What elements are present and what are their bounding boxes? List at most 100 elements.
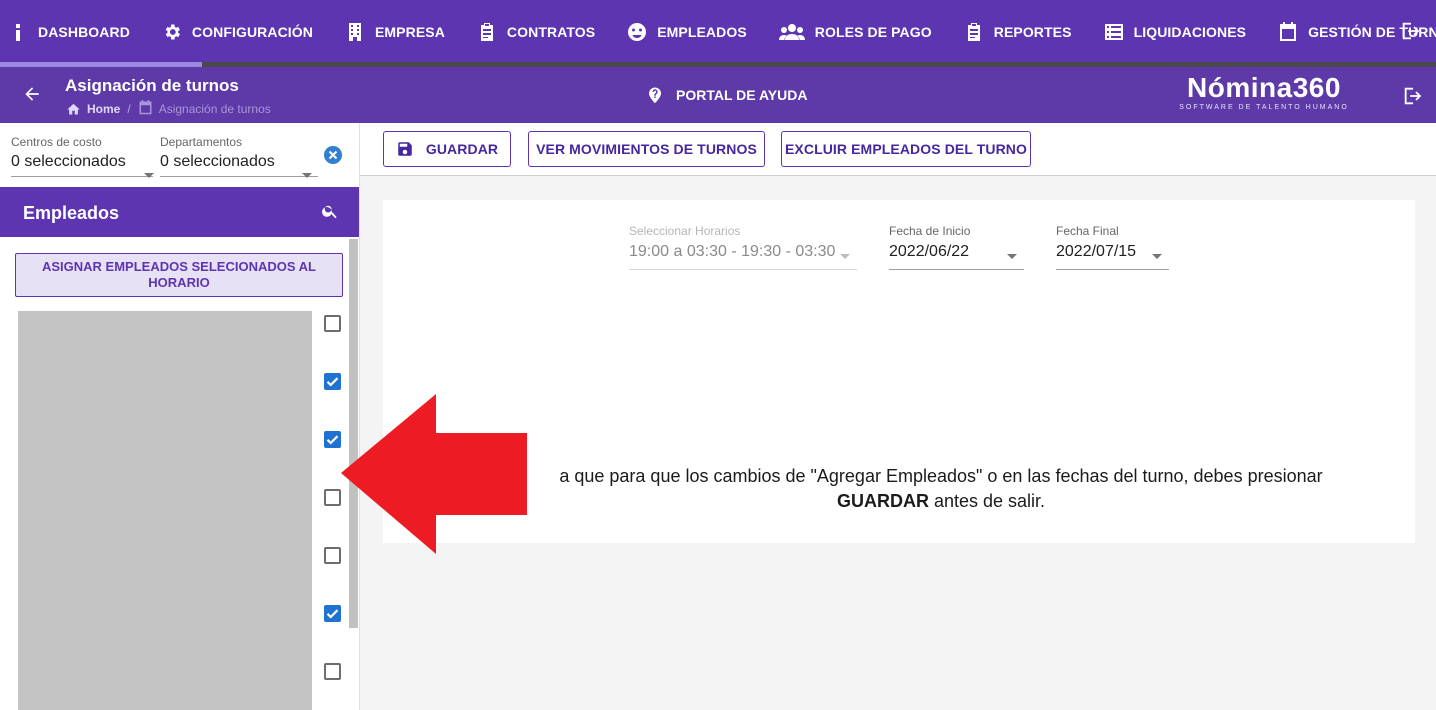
smile-icon [628, 23, 647, 41]
breadcrumb-current: Asignación de turnos [158, 102, 271, 116]
assign-selected-employees-button[interactable]: ASIGNAR EMPLEADOS SELECIONADOS AL HORARI… [15, 253, 343, 297]
employees-title: Empleados [23, 203, 120, 223]
nav-label: CONFIGURACIÓN [191, 24, 313, 40]
start-date-value: 2022/06/22 [889, 243, 970, 260]
nav-empleados[interactable]: EMPLEADOS [611, 0, 763, 64]
start-date-label: Fecha de Inicio [889, 224, 971, 238]
home-icon [67, 103, 80, 114]
chevron-down-icon [840, 254, 850, 259]
search-icon [322, 205, 337, 219]
breadcrumb-separator: / [127, 102, 131, 116]
breadcrumb-calendar [138, 100, 159, 118]
department-label: Departamentos [160, 135, 243, 149]
building-icon [348, 23, 361, 41]
red-arrow-annotation [341, 394, 527, 554]
employee-checkbox[interactable] [324, 489, 341, 506]
employee-checkbox[interactable] [324, 315, 341, 332]
employee-checkbox[interactable] [324, 547, 341, 564]
nav-logout-button[interactable] [1400, 20, 1424, 44]
employees-header: Empleados [0, 187, 359, 237]
cost-center-filter[interactable]: Centros de costo 0 seleccionados [11, 135, 154, 178]
gear-icon [165, 24, 180, 40]
nav-reportes[interactable]: REPORTES [948, 0, 1088, 64]
top-navigation: DASHBOARD CONFIGURACIÓN EMPRESA CONTRATO… [0, 0, 1436, 64]
start-date-field[interactable]: Fecha de Inicio 2022/06/22 [889, 224, 1024, 270]
chevron-down-icon [1007, 254, 1017, 259]
clipboard-icon [480, 23, 493, 41]
help-portal-label: PORTAL DE AYUDA [676, 87, 808, 103]
help-portal-link[interactable]: PORTAL DE AYUDA [646, 86, 807, 104]
breadcrumb-home[interactable]: Home [87, 102, 120, 116]
end-date-field[interactable]: Fecha Final 2022/07/15 [1056, 224, 1169, 270]
check-icon [326, 609, 339, 619]
nav-label: LIQUIDACIONES [1133, 24, 1247, 40]
brand-tagline: SOFTWARE DE TALENTO HUMANO [1179, 104, 1349, 111]
brand-logo: Nómina360 SOFTWARE DE TALENTO HUMANO [1174, 72, 1354, 112]
schedule-select: Seleccionar Horarios 19:00 a 03:30 - 19:… [629, 224, 857, 270]
nav-contratos[interactable]: CONTRATOS [461, 0, 611, 64]
breadcrumb: Home / Asignación de turnos [66, 100, 271, 118]
close-icon [328, 150, 338, 160]
list-icon [1104, 24, 1123, 40]
nav-roles-de-pago[interactable]: ROLES DE PAGO [763, 0, 948, 64]
save-label: GUARDAR [425, 141, 499, 157]
nav-label: REPORTES [993, 24, 1072, 40]
arrow-left-icon [25, 87, 39, 101]
nav-dashboard[interactable]: DASHBOARD [0, 0, 146, 64]
save-button[interactable]: GUARDAR [383, 131, 511, 167]
chevron-down-icon [302, 173, 312, 178]
nav-label: DASHBOARD [38, 24, 130, 40]
employee-search-button[interactable] [321, 202, 339, 220]
end-date-label: Fecha Final [1056, 224, 1119, 238]
employee-checkbox[interactable] [324, 663, 341, 680]
department-value: 0 seleccionados [160, 153, 275, 170]
nav-label: EMPLEADOS [657, 24, 747, 40]
end-date-underline [1056, 269, 1169, 270]
nav-configuracion[interactable]: CONFIGURACIÓN [146, 0, 329, 64]
logout-icon [1404, 87, 1422, 105]
header-logout-button[interactable] [1402, 85, 1424, 107]
nav-label: ROLES DE PAGO [814, 24, 932, 40]
calendar-icon [1280, 22, 1297, 41]
view-shift-movements-button[interactable]: VER MOVIMIENTOS DE TURNOS [528, 131, 765, 167]
schedule-underline [629, 269, 857, 270]
back-button[interactable] [22, 84, 44, 106]
employee-checkbox[interactable] [324, 431, 341, 448]
arrow-shape [341, 394, 527, 554]
schedule-value: 19:00 a 03:30 - 19:30 - 03:30 [629, 243, 836, 260]
cost-center-label: Centros de costo [11, 135, 102, 149]
employee-list-placeholder [18, 311, 312, 710]
notice-line-2: antes de salir. [928, 491, 1046, 511]
nav-label: EMPRESA [374, 24, 445, 40]
chevron-down-icon [144, 173, 154, 178]
start-date-underline [889, 269, 1024, 270]
nav-empresa[interactable]: EMPRESA [329, 0, 461, 64]
check-icon [326, 377, 339, 387]
notice-bold: GUARDAR [836, 491, 929, 511]
cost-center-underline [11, 176, 153, 177]
employee-sidebar: Centros de costo 0 seleccionados Departa… [0, 123, 360, 710]
exclude-employees-button[interactable]: EXCLUIR EMPLEADOS DEL TURNO [781, 131, 1031, 167]
schedule-label: Seleccionar Horarios [629, 224, 741, 238]
brand-name: Nómina360 [1187, 72, 1341, 103]
employee-checkbox[interactable] [324, 373, 341, 390]
app-header: Asignación de turnos Home / Asignación d… [0, 67, 1436, 123]
save-reminder-notice: a que para que los cambios de "Agregar E… [511, 464, 1371, 514]
department-underline [160, 176, 318, 177]
clipboard-icon [967, 23, 980, 41]
calendar-icon [139, 100, 152, 115]
department-filter[interactable]: Departamentos 0 seleccionados [160, 135, 318, 178]
nav-label: CONTRATOS [506, 24, 596, 40]
page-title: Asignación de turnos [65, 76, 239, 95]
info-icon [16, 24, 20, 41]
chevron-down-icon [1152, 254, 1162, 259]
main-toolbar: GUARDAR VER MOVIMIENTOS DE TURNOS EXCLUI… [360, 123, 1436, 176]
logout-icon [1402, 22, 1420, 40]
nav-liquidaciones[interactable]: LIQUIDACIONES [1088, 0, 1263, 64]
employee-checkbox[interactable] [324, 605, 341, 622]
floppy-disk-icon [398, 142, 412, 156]
clear-filters-button[interactable] [324, 146, 342, 164]
check-icon [326, 435, 339, 445]
notice-line-1: a que para que los cambios de "Agregar E… [559, 466, 1323, 486]
cost-center-value: 0 seleccionados [11, 153, 126, 170]
